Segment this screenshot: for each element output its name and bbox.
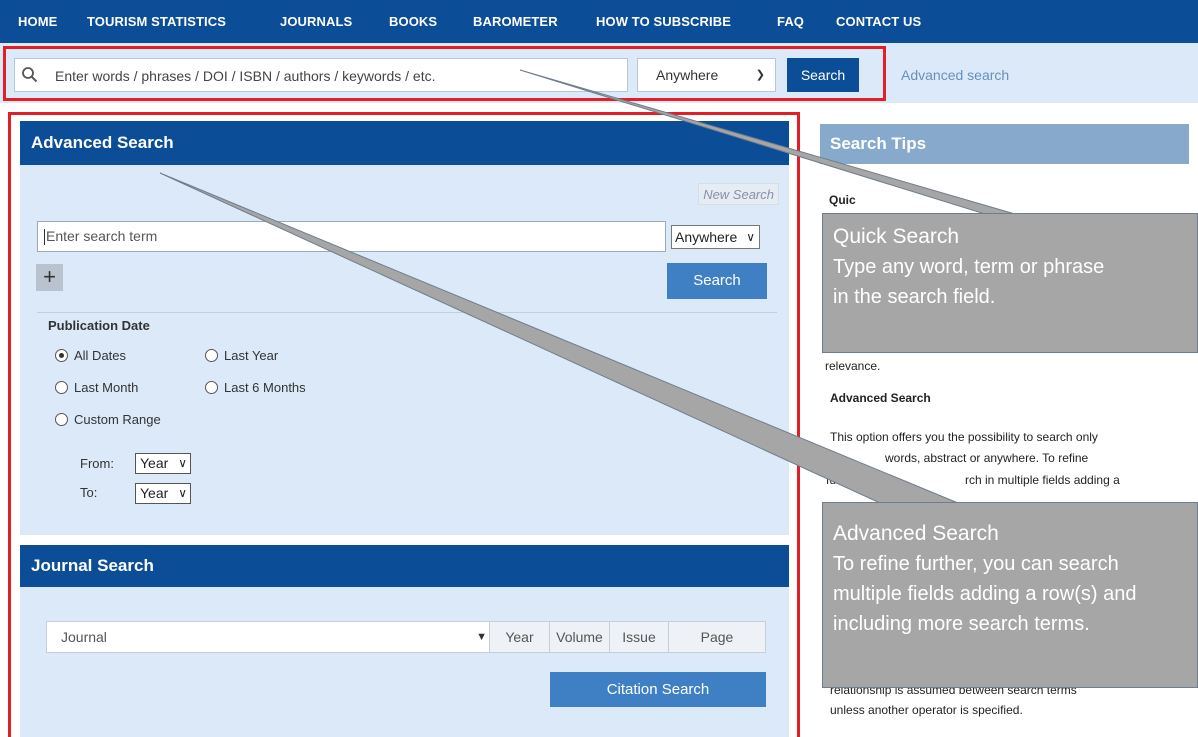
- advanced-search-callout-title: Advanced Search: [833, 522, 999, 545]
- advanced-search-callout: Advanced Search To refine further, you c…: [822, 502, 1198, 688]
- quick-search-callout-line: in the search field.: [833, 286, 996, 308]
- quick-search-callout-pointer: [519, 69, 1016, 215]
- advanced-search-callout-line: including more search terms.: [833, 613, 1090, 635]
- advanced-search-callout-line: To refine further, you can search: [833, 553, 1119, 575]
- quick-search-callout-title: Quick Search: [833, 225, 960, 248]
- quick-search-callout-line: Type any word, term or phrase: [833, 256, 1105, 278]
- advanced-search-callout-line: multiple fields adding a row(s) and: [833, 583, 1137, 605]
- quick-search-callout: Quick Search Type any word, term or phra…: [822, 213, 1198, 353]
